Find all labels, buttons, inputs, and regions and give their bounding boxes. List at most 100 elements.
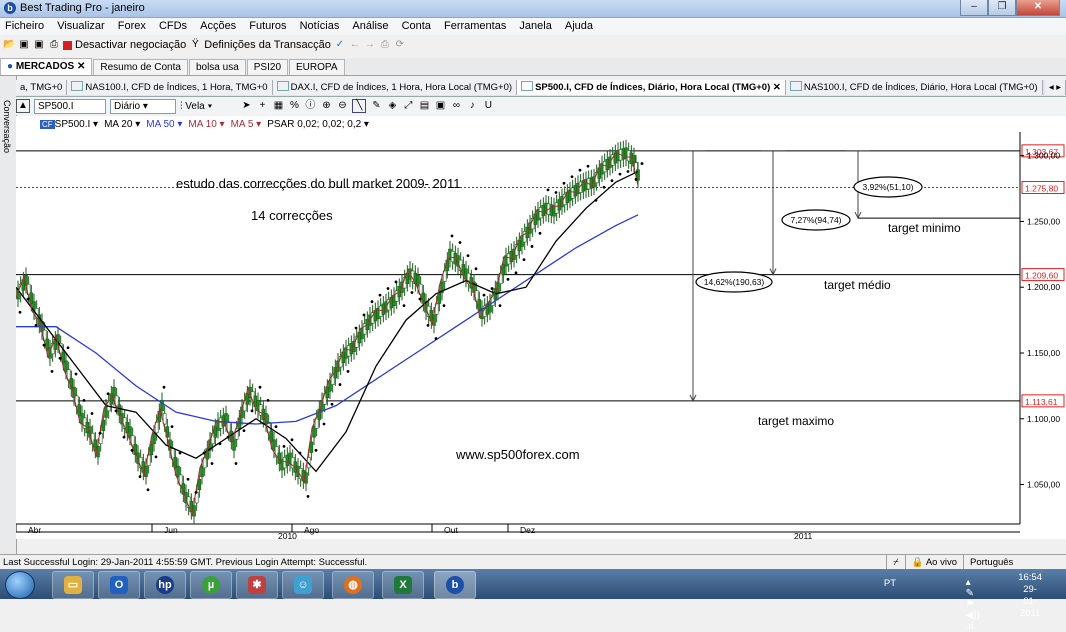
forward-icon[interactable]: → (364, 39, 376, 51)
chart-tabs: a, TMG+0 NAS100.I, CFD de Índices, 1 Hor… (16, 80, 1066, 97)
start-button[interactable] (5, 571, 35, 599)
pencil-icon[interactable]: ✎ (370, 100, 382, 112)
explorer-taskbar-button[interactable]: ▭ (52, 571, 94, 599)
y-tick-label: 1.150,00 (1027, 348, 1060, 358)
symbol-select[interactable]: SP500.I (34, 98, 106, 114)
chart-tab[interactable]: DAX.I, CFD de Índices, 1 Hora, Hora Loca… (272, 80, 518, 95)
tab-psi20[interactable]: PSI20 (246, 59, 289, 75)
indicator-ma10[interactable]: MA 10 ▾ (188, 119, 224, 130)
chart-tab-active[interactable]: SP500.I, CFD de Índices, Diário, Hora Lo… (517, 80, 786, 95)
psar-dot (178, 451, 182, 455)
psar-dot (338, 383, 342, 386)
clock[interactable]: 16:54 29-01-2011 (1018, 572, 1042, 620)
restore-button[interactable]: ❐ (988, 0, 1016, 16)
minimize-button[interactable]: – (960, 0, 988, 16)
window-icon[interactable]: ▣ (434, 100, 446, 112)
chart-title: estudo das correcções do bull market 200… (176, 176, 460, 191)
menu-accoes[interactable]: Acções (195, 18, 241, 34)
percent-icon[interactable]: % (288, 100, 300, 112)
info-icon[interactable]: ⓘ (304, 100, 316, 112)
open-folder-icon[interactable]: 📂 (3, 39, 15, 51)
bestrading-taskbar-button[interactable]: b (434, 571, 476, 599)
close-button[interactable]: ✕ (1016, 0, 1060, 16)
chart-tab[interactable]: NAS100.I, CFD de Índices, 1 Hora, TMG+0 (67, 80, 273, 95)
tab-bolsa-usa[interactable]: bolsa usa (188, 59, 246, 75)
arrows-icon[interactable]: ⤢ (402, 100, 414, 112)
excel-taskbar-button[interactable]: X (382, 571, 424, 599)
link-icon[interactable]: ∞ (450, 100, 462, 112)
clock-date: 29-01-2011 (1019, 584, 1041, 619)
price-chart[interactable]: 1.303,67 1.275,80 1.209,60 1.113,61 3,92%(5… (15, 132, 1066, 541)
tray-icons[interactable]: ▴ ✎ ⚑ ◀)) .ıl (966, 577, 980, 632)
app-taskbar-button[interactable]: ✱ (236, 571, 278, 599)
crosshair-icon[interactable]: + (256, 100, 268, 112)
menu-conta[interactable]: Conta (397, 18, 436, 34)
utorrent-icon: µ (202, 576, 220, 594)
y-tick-label: 1.100,00 (1027, 414, 1060, 424)
shapes-icon[interactable]: ◈ (386, 100, 398, 112)
indicator-symbol[interactable]: CF SP500.I ▾ (40, 119, 98, 130)
settings-icon: Ÿ (191, 39, 199, 50)
app-logo-icon: b (4, 2, 16, 14)
menu-janela[interactable]: Janela (514, 18, 556, 34)
live-status[interactable]: 🔒 Ao vivo (904, 555, 963, 570)
chart-style-select[interactable]: ⫶ Vela ▾ (180, 101, 212, 112)
save-all-icon[interactable]: ▣ (33, 39, 45, 51)
psar-dot (82, 398, 86, 402)
menu-forex[interactable]: Forex (113, 18, 151, 34)
utorrent-taskbar-button[interactable]: µ (190, 571, 232, 599)
indicator-ma5[interactable]: MA 5 ▾ (231, 119, 262, 130)
layout-icon[interactable]: ▤ (418, 100, 430, 112)
psar-dot (394, 280, 398, 284)
menu-ajuda[interactable]: Ajuda (560, 18, 598, 34)
grid-icon[interactable]: ▦ (272, 100, 284, 112)
target-label: target médio (824, 278, 891, 292)
chart-tab[interactable]: a, TMG+0 (16, 80, 68, 95)
psar-dot (490, 287, 494, 290)
print-preview-icon[interactable]: ⎙ (379, 39, 391, 51)
print-icon[interactable]: ⎙ (48, 39, 60, 51)
chart-toolbar: ▲ SP500.I Diário ▾ ⫶ Vela ▾ ➤ + ▦ % ⓘ ⊕ … (16, 97, 1066, 115)
magnet-icon[interactable]: U (482, 100, 494, 112)
menu-visualizar[interactable]: Visualizar (52, 18, 110, 34)
taskbar: ▭ O hp µ ✱ ☺ ◍ X b PT ▴ ✎ ⚑ ◀)) .ıl 16:5… (0, 569, 1066, 632)
menu-ficheiro[interactable]: Ficheiro (0, 18, 49, 34)
zoom-out-icon[interactable]: ⊖ (336, 100, 348, 112)
save-icon[interactable]: ▣ (18, 39, 30, 51)
chart-tool-icon[interactable]: ⌿ (886, 555, 905, 570)
language-status[interactable]: Português (963, 555, 1066, 570)
menu-futuros[interactable]: Futuros (244, 18, 291, 34)
language-indicator[interactable]: PT (884, 578, 896, 589)
stop-trading-icon[interactable] (63, 40, 72, 50)
tab-europa[interactable]: EUROPA (289, 59, 345, 75)
psar-dot (578, 168, 582, 172)
outlook-taskbar-button[interactable]: O (98, 571, 140, 599)
hp-taskbar-button[interactable]: hp (144, 571, 186, 599)
cursor-icon[interactable]: ➤ (240, 100, 252, 112)
check-icon[interactable]: ✓ (334, 39, 346, 51)
interval-select[interactable]: Diário ▾ (110, 98, 176, 114)
messenger-taskbar-button[interactable]: ☺ (282, 571, 324, 599)
indicator-ma20[interactable]: MA 20 ▾ (104, 119, 140, 130)
refresh-icon[interactable]: ⟳ (394, 39, 406, 51)
back-icon[interactable]: ← (349, 39, 361, 51)
deactivate-trading-button[interactable]: Desactivar negociação (75, 39, 186, 51)
menu-analise[interactable]: Análise (347, 18, 393, 34)
tab-resumo-conta[interactable]: Resumo de Conta (93, 59, 188, 75)
menu-noticias[interactable]: Notícias (295, 18, 345, 34)
transaction-settings-button[interactable]: Definições da Transacção (204, 39, 331, 51)
zoom-in-icon[interactable]: ⊕ (320, 100, 332, 112)
collapse-icon[interactable]: ▲ (16, 99, 30, 113)
bell-icon[interactable]: ♪ (466, 100, 478, 112)
tab-scroll-arrows[interactable]: ◂ ▸ (1044, 80, 1066, 95)
line-tool-icon[interactable]: ╲ (352, 99, 367, 113)
tab-mercados[interactable]: ● MERCADOS ✕ (0, 58, 93, 75)
menu-cfds[interactable]: CFDs (154, 18, 192, 34)
indicator-ma50[interactable]: MA 50 ▾ (146, 119, 182, 130)
indicator-psar[interactable]: PSAR 0,02; 0,02; 0,2 ▾ (267, 119, 369, 130)
menu-ferramentas[interactable]: Ferramentas (439, 18, 511, 34)
firefox-taskbar-button[interactable]: ◍ (332, 571, 374, 599)
chart-canvas[interactable]: 1.303,671.275,801.209,601.113,61 3,92%(5… (15, 132, 1066, 541)
chart-tab[interactable]: NAS100.I, CFD de Índices, Diário, Hora L… (785, 80, 1043, 95)
conversation-tab[interactable]: Conversação (2, 100, 12, 153)
